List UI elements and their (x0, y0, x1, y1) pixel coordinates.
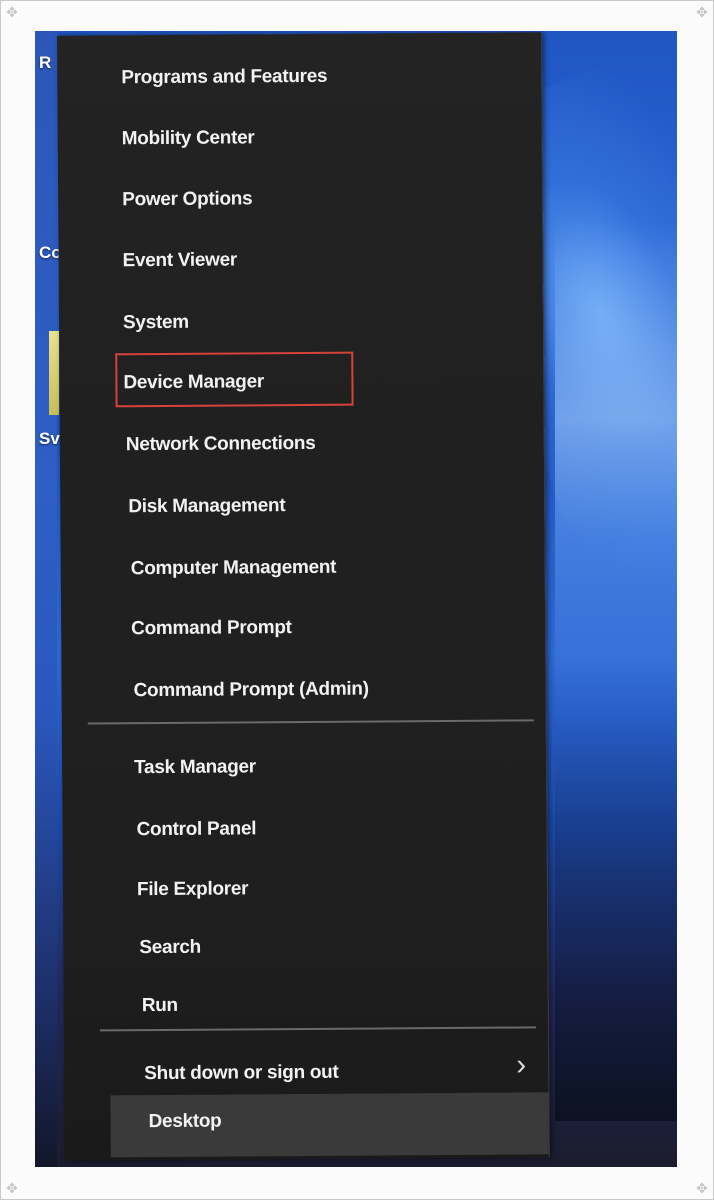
menu-item-control-panel[interactable]: Control Panel (136, 818, 256, 841)
menu-item-shut-down-or-sign-out[interactable]: Shut down or sign out (144, 1062, 338, 1085)
menu-item-event-viewer[interactable]: Event Viewer (123, 249, 237, 272)
menu-item-command-prompt-admin[interactable]: Command Prompt (Admin) (134, 679, 369, 703)
frame-corner-ornament: ✥ (696, 4, 708, 20)
menu-item-command-prompt[interactable]: Command Prompt (131, 617, 292, 640)
menu-item-device-manager[interactable]: Device Manager (123, 371, 264, 394)
wallpaper-light-beam (555, 221, 677, 1121)
menu-item-desktop[interactable]: Desktop (149, 1111, 222, 1134)
menu-item-computer-management[interactable]: Computer Management (131, 557, 337, 580)
frame-corner-ornament: ✥ (696, 1180, 708, 1196)
menu-item-run[interactable]: Run (142, 995, 178, 1017)
desktop-strip: R Co Sv (35, 31, 62, 1167)
menu-item-task-manager[interactable]: Task Manager (134, 756, 256, 779)
menu-item-system[interactable]: System (123, 312, 189, 334)
menu-separator (87, 719, 534, 725)
desktop-icon-label[interactable]: R (39, 53, 51, 73)
menu-item-network-connections[interactable]: Network Connections (126, 433, 316, 456)
chevron-right-icon[interactable]: › (516, 1048, 526, 1081)
menu-item-search[interactable]: Search (139, 937, 201, 959)
frame-corner-ornament: ✥ (6, 4, 18, 20)
menu-item-programs-and-features[interactable]: Programs and Features (121, 66, 327, 89)
menu-item-disk-management[interactable]: Disk Management (128, 495, 285, 518)
desktop-icon-label[interactable]: Sv (39, 429, 60, 449)
menu-item-mobility-center[interactable]: Mobility Center (122, 127, 255, 150)
desktop-folder-icon[interactable] (49, 331, 59, 415)
screen-photo: R Co Sv Programs and Features Mobility C… (35, 31, 677, 1167)
menu-item-file-explorer[interactable]: File Explorer (137, 878, 248, 901)
frame-corner-ornament: ✥ (6, 1180, 18, 1196)
menu-item-power-options[interactable]: Power Options (122, 188, 252, 211)
menu-separator (99, 1026, 536, 1032)
winx-context-menu: Programs and Features Mobility Center Po… (57, 32, 550, 1161)
photo-frame: ✥ ✥ ✥ ✥ R Co Sv Programs and Features Mo… (0, 0, 714, 1200)
